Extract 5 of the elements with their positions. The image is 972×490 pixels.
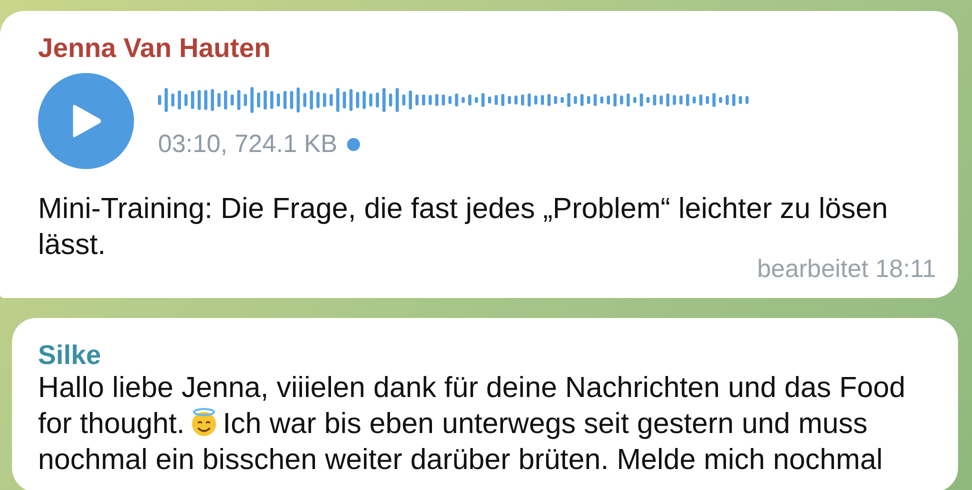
message-text: Hallo liebe Jenna, viiielen dank für deine Nachrichten und das Food for thought. Ich war bis eben unterwegs seit gestern und muss nochmal ein bisschen weiter darüber brüten. Melde mich nochmal (38, 371, 906, 478)
sender-name: Jenna Van Hauten (38, 33, 272, 63)
message-time: bearbeitet 18:11 (757, 255, 936, 284)
voice-duration: 03:10, 724.1 KB (158, 130, 338, 158)
sender-name: Silke (38, 340, 102, 370)
